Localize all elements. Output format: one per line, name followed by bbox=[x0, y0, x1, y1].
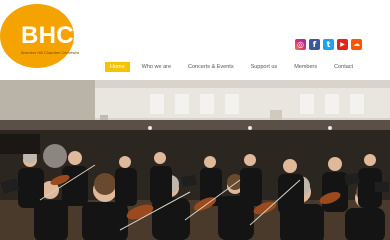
logo-title: BHCO bbox=[21, 22, 93, 49]
logo[interactable]: BHCO Brandon Hill Chamber Orchestra bbox=[0, 4, 93, 68]
nav-who-we-are[interactable]: Who we are bbox=[137, 62, 176, 72]
nav-support-us[interactable]: Support us bbox=[246, 62, 283, 72]
nav-contact[interactable]: Contact bbox=[329, 62, 358, 72]
youtube-icon[interactable]: ▶ bbox=[337, 39, 348, 50]
hero-image bbox=[0, 80, 390, 240]
nav-members[interactable]: Members bbox=[289, 62, 322, 72]
social-links: ◎ f t ▶ ☁ bbox=[295, 39, 362, 50]
logo-subtitle: Brandon Hill Chamber Orchestra bbox=[21, 50, 80, 55]
twitter-icon[interactable]: t bbox=[323, 39, 334, 50]
nav-concerts-events[interactable]: Concerts & Events bbox=[183, 62, 239, 72]
orchestra-photo bbox=[0, 80, 390, 240]
main-nav: Home Who we are Concerts & Events Suppor… bbox=[105, 62, 365, 72]
facebook-icon[interactable]: f bbox=[309, 39, 320, 50]
soundcloud-icon[interactable]: ☁ bbox=[351, 39, 362, 50]
nav-home[interactable]: Home bbox=[105, 62, 130, 72]
instagram-icon[interactable]: ◎ bbox=[295, 39, 306, 50]
